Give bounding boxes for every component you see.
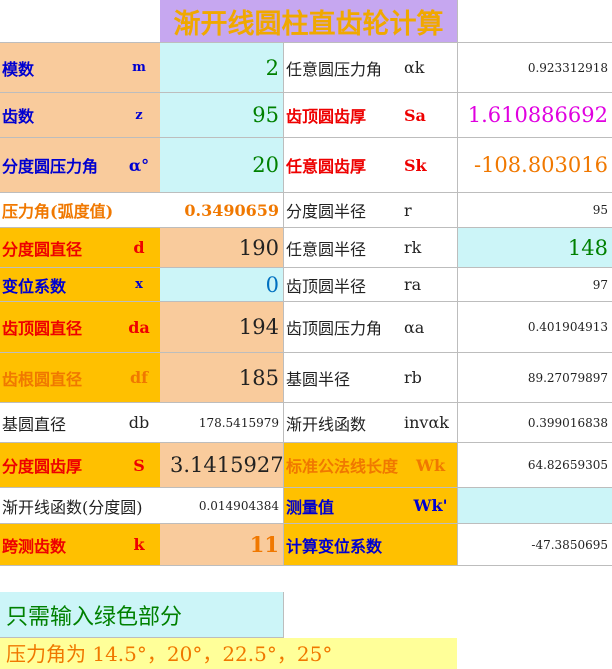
value-tip-radius: 97 (457, 268, 612, 302)
label-base-radius: 基圆半径 (284, 353, 404, 403)
value-alpha-k: 0.923312918 (457, 43, 612, 93)
symbol-z: z (118, 93, 160, 138)
page-title: 渐开线圆柱直齿轮计算 (160, 0, 457, 43)
input-module[interactable]: 2 (160, 43, 284, 93)
label-base-diameter: 基圆直径 (0, 403, 118, 443)
symbol-wk: Wk (404, 443, 457, 488)
symbol-sk: Sk (404, 138, 457, 193)
label-arbitrary-pressure-angle: 任意圆压力角 (284, 43, 404, 93)
label-involute-pitch: 渐开线函数(分度圆) (0, 488, 160, 524)
value-involute-pitch: 0.014904384 (160, 488, 284, 524)
symbol-alpha-a: αa (404, 302, 457, 353)
symbol-sa: Sa (404, 93, 457, 138)
value-pitch-thickness: 3.1415927 (160, 443, 284, 488)
symbol-rk: rk (404, 228, 457, 268)
label-pitch-diameter: 分度圆直径 (0, 228, 118, 268)
value-pitch-radius: 95 (457, 193, 612, 228)
symbol-wk-prime: Wk' (404, 488, 457, 524)
value-root-diameter: 185 (160, 353, 284, 403)
label-arbitrary-radius: 任意圆半径 (284, 228, 404, 268)
label-tip-radius: 齿顶圆半径 (284, 268, 404, 302)
value-base-diameter: 178.5415979 (160, 403, 284, 443)
note-pressure-angles: 压力角为 14.5°，20°，22.5°，25° (0, 638, 457, 669)
input-shift-coefficient[interactable]: 0 (160, 268, 284, 302)
symbol-db: db (118, 403, 160, 443)
label-tip-diameter: 齿顶圆直径 (0, 302, 118, 353)
input-teeth[interactable]: 95 (160, 93, 284, 138)
value-computed-shift: -47.3850695 (457, 524, 612, 566)
label-root-diameter: 齿根圆直径 (0, 353, 118, 403)
title-left-blank (0, 0, 160, 43)
symbol-r: r (404, 193, 457, 228)
note2-right-blank (457, 638, 612, 669)
label-involute-function: 渐开线函数 (284, 403, 404, 443)
value-arbitrary-thickness: -108.803016 (457, 138, 612, 193)
symbol-df: df (118, 353, 160, 403)
symbol-m: m (118, 43, 160, 93)
symbol-ra: ra (404, 268, 457, 302)
symbol-alpha-k: αk (404, 43, 457, 93)
value-tip-diameter: 194 (160, 302, 284, 353)
label-module: 模数 (0, 43, 118, 93)
label-pitch-radius: 分度圆半径 (284, 193, 404, 228)
label-pitch-pressure-angle: 分度圆压力角 (0, 138, 118, 193)
value-pressure-angle-rad: 0.3490659 (160, 193, 284, 228)
symbol-alpha-deg: α° (118, 138, 160, 193)
label-standard-span: 标准公法线长度 (284, 443, 404, 488)
label-pitch-thickness: 分度圆齿厚 (0, 443, 118, 488)
value-span-teeth: 11 (160, 524, 284, 566)
symbol-x: x (118, 268, 160, 302)
value-pitch-diameter: 190 (160, 228, 284, 268)
label-arbitrary-thickness: 任意圆齿厚 (284, 138, 404, 193)
label-computed-shift: 计算变位系数 (284, 524, 457, 566)
input-measured-value[interactable] (457, 488, 612, 524)
value-tip-pressure-angle: 0.401904913 (457, 302, 612, 353)
value-base-radius: 89.27079897 (457, 353, 612, 403)
symbol-d: d (118, 228, 160, 268)
symbol-inv-alpha-k: invαk (404, 403, 457, 443)
blank-row (0, 566, 612, 592)
value-standard-span: 64.82659305 (457, 443, 612, 488)
label-teeth: 齿数 (0, 93, 118, 138)
label-span-teeth: 跨测齿数 (0, 524, 118, 566)
note-input-green: 只需输入绿色部分 (0, 592, 284, 638)
value-tip-thickness: 1.610886692 (457, 93, 612, 138)
input-pressure-angle[interactable]: 20 (160, 138, 284, 193)
label-tip-pressure-angle: 齿顶圆压力角 (284, 302, 404, 353)
title-right-blank (457, 0, 612, 43)
symbol-k: k (118, 524, 160, 566)
label-tip-thickness: 齿顶圆齿厚 (284, 93, 404, 138)
note-right-blank (284, 592, 612, 638)
label-shift-coefficient: 变位系数 (0, 268, 118, 302)
symbol-da: da (118, 302, 160, 353)
label-pressure-angle-rad: 压力角(弧度值) (0, 193, 160, 228)
input-arbitrary-radius[interactable]: 148 (457, 228, 612, 268)
symbol-s: S (118, 443, 160, 488)
symbol-rb: rb (404, 353, 457, 403)
label-measured-value: 测量值 (284, 488, 404, 524)
value-involute-function: 0.399016838 (457, 403, 612, 443)
